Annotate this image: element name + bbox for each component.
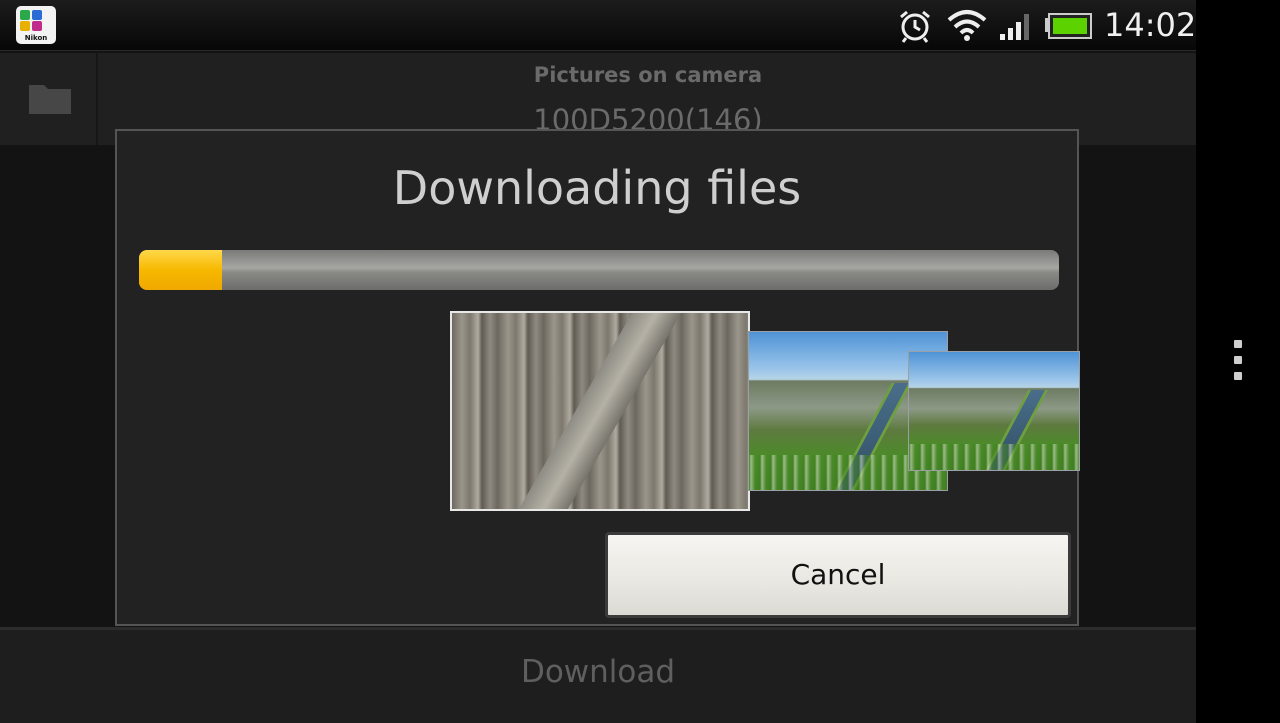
alarm-icon [900,10,930,43]
folder-icon [29,85,71,114]
photo-thumbnail-field [908,351,1080,471]
dialog-title: Downloading files [392,161,802,215]
app-footer: Download [0,627,1196,723]
folder-button[interactable] [0,53,98,145]
overflow-menu-icon[interactable] [1228,336,1248,386]
battery-icon [1045,13,1092,39]
photo-thumbnail-wood [450,311,750,511]
page-title: Pictures on camera [533,63,763,87]
signal-icon [1000,14,1029,40]
cancel-button[interactable]: Cancel [605,532,1071,618]
download-progress-bar [139,250,1059,290]
download-button[interactable]: Download [0,654,1196,690]
wifi-icon [947,10,987,41]
download-dialog: Downloading files Cancel [115,129,1080,626]
nikon-app-icon: Nikon [16,6,56,44]
status-bar: Nikon 14:02 [0,0,1196,51]
progress-fill [139,250,222,290]
clock: 14:02 [1104,6,1197,44]
